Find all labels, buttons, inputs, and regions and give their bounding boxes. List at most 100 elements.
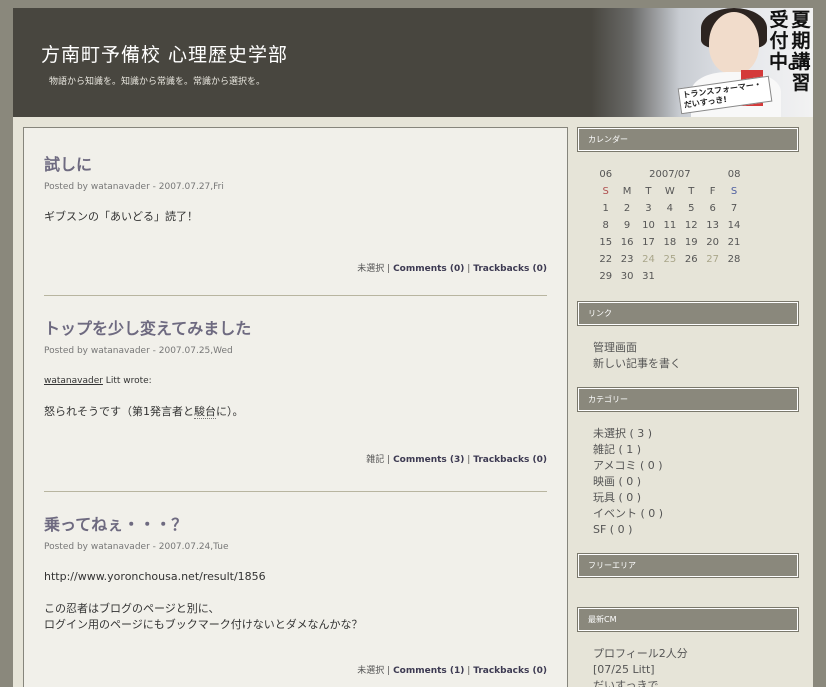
calendar-nav: 06 2007/07 08 [595,166,745,183]
blog-post: 乗ってねぇ・・・？ Posted by watanavader - 2007.0… [44,511,547,687]
post-trackbacks-link[interactable]: Trackbacks (0) [473,264,547,274]
calendar-prev-month[interactable]: 06 [595,169,616,180]
main-content: 試しに Posted by watanavader - 2007.07.27,F… [23,127,568,687]
quote-user: watanavader [44,376,103,386]
site-header: 方南町予備校 心理歴史学部 物語から知識を。知識から常識を。常識から選択を。 ト… [13,8,813,117]
calendar-day: 15 [599,237,613,248]
sidebar-link-admin[interactable]: 管理画面 [593,340,681,356]
post-quote-line: watanavader Litt wrote: [44,373,547,389]
page-wrapper: 方南町予備校 心理歴史学部 物語から知識を。知識から常識を。常識から選択を。 ト… [13,8,813,687]
post-comments-link[interactable]: Comments (1) [393,666,464,676]
calendar-weekday: T [645,186,652,197]
sidebar-link-new-post[interactable]: 新しい記事を書く [593,356,681,372]
recent-comments-heading: 最新CM [577,607,799,632]
post-separator [44,491,547,492]
recent-comments-list: プロフィール2人分 [07/25 Litt] だいすっきで [593,646,688,687]
post-body-line: ログイン用のページにもブックマーク付けないとダメなんかな？ [44,618,363,631]
post-body: http://www.yoronchousa.net/result/1856 こ… [44,569,547,633]
recent-comment-meta: [07/25 Litt] [593,663,655,676]
sidebar-category-item[interactable]: 玩具 ( 0 ) [593,490,663,506]
calendar-heading: カレンダー [577,127,799,152]
calendar-day: 13 [706,220,720,231]
calendar-day: 22 [599,254,613,265]
calendar-week-row: 15 16 17 18 19 20 21 [595,234,745,251]
calendar-week-row: 22 23 24 25 26 27 28 [595,251,745,268]
calendar-week-row: 29 30 31 [595,268,745,285]
post-title[interactable]: 試しに [44,151,547,175]
calendar-day: 9 [623,220,631,231]
calendar-day: 18 [663,237,677,248]
banner-text-accepting: 受付中。 [769,9,808,73]
calendar-day: 4 [666,203,674,214]
calendar: 06 2007/07 08 SMTWTFS 1 2 3 4 5 6 7 8 9 10 11 12 13 1… [595,166,745,285]
post-body-text: 怒られそうです（第1発言者と [44,405,194,418]
calendar-day: 5 [688,203,695,214]
calendar-weeks: 1 2 3 4 5 6 7 8 9 10 11 12 13 14 15 16 17 18 19 20 21 22 23 24 2… [595,200,745,285]
calendar-day: 12 [684,220,698,231]
calendar-day: 26 [684,254,698,265]
categories-list: 未選択 ( 3 ) 雑記 ( 1 ) アメコミ ( 0 ) 映画 ( 0 ) 玩… [593,426,663,538]
post-body-text: に）。 [216,405,244,418]
sidebar-category-item[interactable]: イベント ( 0 ) [593,506,663,522]
calendar-week-row: 8 9 10 11 12 13 14 [595,217,745,234]
calendar-day: 8 [602,220,609,231]
quote-suffix: Litt wrote: [102,376,152,386]
calendar-day: 17 [642,237,655,248]
site-description: 物語から知識を。知識から常識を。常識から選択を。 [49,77,266,87]
calendar-weekday: T [688,186,695,197]
calendar-day: 11 [663,220,677,231]
categories-heading: カテゴリー [577,387,799,412]
post-footer: 未選択 | Comments (0) | Trackbacks (0) [357,264,547,274]
calendar-day[interactable]: 24 [638,254,659,265]
calendar-day: 16 [620,237,634,248]
links-list: 管理画面 新しい記事を書く [593,340,681,372]
calendar-week-row: 1 2 3 4 5 6 7 [595,200,745,217]
calendar-day[interactable]: 25 [659,254,680,265]
post-trackbacks-link[interactable]: Trackbacks (0) [473,666,547,676]
sidebar-category-item[interactable]: アメコミ ( 0 ) [593,458,663,474]
calendar-day: 3 [645,203,652,214]
post-category-link[interactable]: 未選択 [357,666,384,676]
sidebar-category-item[interactable]: 未選択 ( 3 ) [593,426,663,442]
blog-post: 試しに Posted by watanavader - 2007.07.27,F… [44,151,547,276]
sidebar-category-item[interactable]: SF ( 0 ) [593,522,663,538]
post-footer: 未選択 | Comments (1) | Trackbacks (0) [357,666,547,676]
post-comments-link[interactable]: Comments (3) [393,455,464,465]
post-title[interactable]: トップを少し変えてみました [44,315,547,339]
free-area-heading: フリーエリア [577,553,799,578]
calendar-weekday: F [709,186,716,197]
calendar-weekdays: SMTWTFS [595,183,745,200]
calendar-day: 14 [727,220,741,231]
calendar-weekday: S [602,186,609,197]
calendar-day: 6 [709,203,716,214]
post-comments-link[interactable]: Comments (0) [393,264,464,274]
blog-post: トップを少し変えてみました Posted by watanavader - 20… [44,315,547,475]
post-trackbacks-link[interactable]: Trackbacks (0) [473,455,547,465]
recent-comment-title[interactable]: プロフィール2人分 [593,646,688,662]
post-body-link[interactable]: 駿台 [194,405,216,419]
post-body: watanavader Litt wrote: 怒られそうです（第1発言者と駿台… [44,373,547,420]
post-category-link[interactable]: 未選択 [357,264,384,274]
site-title[interactable]: 方南町予備校 心理歴史学部 [41,40,288,67]
sidebar-category-item[interactable]: 映画 ( 0 ) [593,474,663,490]
post-category-link[interactable]: 雑記 [366,455,384,465]
post-body-line: ギブスンの「あいどる」読了！ [44,210,198,223]
calendar-day: 21 [727,237,741,248]
calendar-day[interactable]: 27 [702,254,723,265]
calendar-day: 30 [620,271,634,282]
post-body-line: この忍者はブログのページと別に、 [44,602,220,615]
recent-comment-title[interactable]: だいすっきで [593,678,688,687]
calendar-day: 23 [620,254,634,265]
post-title[interactable]: 乗ってねぇ・・・？ [44,511,547,535]
calendar-weekday: W [664,186,675,197]
post-meta: Posted by watanavader - 2007.07.24,Tue [44,542,229,552]
calendar-next-month[interactable]: 08 [723,169,744,180]
calendar-day: 31 [642,271,655,282]
calendar-day: 19 [684,237,698,248]
calendar-day: 2 [623,203,631,214]
sidebar-category-item[interactable]: 雑記 ( 1 ) [593,442,663,458]
post-meta: Posted by watanavader - 2007.07.27,Fri [44,182,224,192]
calendar-current-month: 2007/07 [649,169,691,180]
post-separator [44,295,547,296]
calendar-day: 1 [602,203,609,214]
